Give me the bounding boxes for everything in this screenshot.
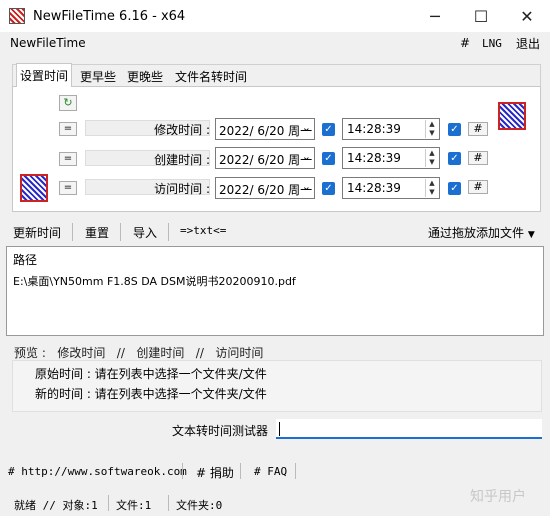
file-time-icon-right[interactable] <box>498 102 526 130</box>
tab-set-time[interactable]: 设置时间 <box>16 63 73 87</box>
accessed-date-checkbox[interactable]: ✓ <box>322 182 335 195</box>
accessed-label: 访问时间 : <box>154 182 210 196</box>
maximize-button[interactable]: ☐ <box>458 0 504 32</box>
title-bar: NewFileTime 6.16 - x64 ─ ☐ ✕ <box>0 0 550 32</box>
chevron-down-icon: ⌄ <box>301 121 311 134</box>
accessed-time-checkbox[interactable]: ✓ <box>448 182 461 195</box>
faq-link[interactable]: # FAQ <box>254 465 287 478</box>
preview-label: 预览 : <box>14 346 46 360</box>
preview-tabs: 预览 : 修改时间 // 创建时间 // 访问时间 <box>14 344 263 361</box>
eq-button-modified[interactable]: = <box>59 122 77 136</box>
original-time-text: 原始时间 : 请在列表中选择一个文件夹/文件 <box>35 367 267 381</box>
toolbar-divider <box>168 223 169 241</box>
modified-time-value: 14:28:39 <box>347 122 401 136</box>
maximize-icon: ☐ <box>473 6 489 26</box>
refresh-icon[interactable]: ↻ <box>59 95 77 111</box>
app-icon[interactable] <box>9 8 25 24</box>
donate-link[interactable]: # 捐助 <box>196 464 234 481</box>
menu-bar: NewFileTime # LNG 退出 <box>0 32 550 54</box>
status-ready: 就绪 // 对象:1 <box>14 499 98 512</box>
file-list[interactable]: 路径 E:\桌面\YN50mm F1.8S DA DSM说明书20200910.… <box>6 246 544 336</box>
text-caret <box>279 422 280 436</box>
created-label: 创建时间 : <box>154 153 210 167</box>
modified-time-checkbox[interactable]: ✓ <box>448 123 461 136</box>
toolbar-divider <box>72 223 73 241</box>
modified-date-picker[interactable]: 2022/ 6/20 周一 ⌄ <box>215 118 315 140</box>
created-time-value: 14:28:39 <box>347 151 401 165</box>
modified-date-value: 2022/ 6/20 周一 <box>219 124 313 138</box>
tab-earlier[interactable]: 更早些 <box>77 66 120 86</box>
status-folders: 文件夹:0 <box>176 499 223 512</box>
tab-filename-to-time[interactable]: 文件名转时间 <box>172 66 251 86</box>
tester-input[interactable] <box>276 419 542 439</box>
txt-button[interactable]: =>txt<= <box>180 224 226 237</box>
created-hash-button[interactable]: # <box>468 151 488 165</box>
file-time-icon-left[interactable] <box>20 174 48 202</box>
accessed-hash-button[interactable]: # <box>468 180 488 194</box>
link-divider <box>182 463 183 479</box>
reset-button[interactable]: 重置 <box>85 224 109 241</box>
menu-hash[interactable]: # <box>460 36 470 50</box>
preview-tab-accessed[interactable]: 访问时间 <box>215 346 263 360</box>
chevron-down-icon: ⌄ <box>301 150 311 163</box>
new-time-text: 新的时间 : 请在列表中选择一个文件夹/文件 <box>35 387 267 401</box>
tester-label: 文本转时间测试器 <box>172 424 269 438</box>
modified-date-checkbox[interactable]: ✓ <box>322 123 335 136</box>
column-header-path[interactable]: 路径 <box>13 251 37 268</box>
menu-app-name: NewFileTime <box>10 36 86 50</box>
status-files: 文件:1 <box>116 499 152 512</box>
chevron-down-icon: ⌄ <box>301 180 311 193</box>
eq-button-accessed[interactable]: = <box>59 181 77 195</box>
menu-lng[interactable]: LNG <box>482 37 502 50</box>
tab-later[interactable]: 更晚些 <box>124 66 167 86</box>
preview-section: 预览 : 修改时间 // 创建时间 // 访问时间 原始时间 : 请在列表中选择… <box>6 340 544 412</box>
preview-tab-created[interactable]: 创建时间 <box>136 346 184 360</box>
window-title: NewFileTime 6.16 - x64 <box>33 8 186 24</box>
eq-button-created[interactable]: = <box>59 152 77 166</box>
accessed-time-field[interactable]: 14:28:39 ▲ ▼ <box>342 177 440 199</box>
minimize-icon: ─ <box>430 6 440 26</box>
link-divider <box>295 463 296 479</box>
link-bar: # http://www.softwareok.com # 捐助 # FAQ <box>0 460 550 482</box>
accessed-time-value: 14:28:39 <box>347 181 401 195</box>
created-date-value: 2022/ 6/20 周一 <box>219 153 313 167</box>
website-link[interactable]: # http://www.softwareok.com <box>8 465 187 478</box>
import-button[interactable]: 导入 <box>133 224 157 241</box>
status-divider <box>108 495 109 511</box>
preview-separator: // <box>116 346 125 360</box>
list-item[interactable]: E:\桌面\YN50mm F1.8S DA DSM说明书20200910.pdf <box>13 273 296 289</box>
created-time-field[interactable]: 14:28:39 ▲ ▼ <box>342 147 440 169</box>
minimize-button[interactable]: ─ <box>412 0 458 32</box>
toolbar-divider <box>120 223 121 241</box>
time-spinner-icon[interactable]: ▲ ▼ <box>425 149 438 167</box>
drag-add-label: 通过拖放添加文件 <box>428 226 525 240</box>
accessed-date-picker[interactable]: 2022/ 6/20 周一 ⌄ <box>215 177 315 199</box>
menu-exit[interactable]: 退出 <box>516 35 540 52</box>
link-divider <box>240 463 241 479</box>
action-toolbar: 更新时间 重置 导入 =>txt<= 通过拖放添加文件 ▼ <box>0 220 550 244</box>
time-spinner-icon[interactable]: ▲ ▼ <box>425 179 438 197</box>
drag-add-menu[interactable]: 通过拖放添加文件 ▼ <box>428 224 535 241</box>
time-spinner-icon[interactable]: ▲ ▼ <box>425 120 438 138</box>
watermark: 知乎用户 <box>470 489 526 505</box>
created-date-picker[interactable]: 2022/ 6/20 周一 ⌄ <box>215 147 315 169</box>
modified-label: 修改时间 : <box>154 123 210 137</box>
modified-time-field[interactable]: 14:28:39 ▲ ▼ <box>342 118 440 140</box>
modified-hash-button[interactable]: # <box>468 122 488 136</box>
close-icon: ✕ <box>520 6 534 26</box>
preview-tab-modified[interactable]: 修改时间 <box>57 346 105 360</box>
preview-separator: // <box>195 346 204 360</box>
status-bar: 就绪 // 对象:1 文件:1 文件夹:0 <box>0 490 550 516</box>
accessed-date-value: 2022/ 6/20 周一 <box>219 183 313 197</box>
created-time-checkbox[interactable]: ✓ <box>448 152 461 165</box>
preview-box: 原始时间 : 请在列表中选择一个文件夹/文件 新的时间 : 请在列表中选择一个文… <box>12 360 542 412</box>
close-button[interactable]: ✕ <box>504 0 550 32</box>
update-time-button[interactable]: 更新时间 <box>13 224 61 241</box>
caret-down-icon: ▼ <box>527 230 535 240</box>
created-date-checkbox[interactable]: ✓ <box>322 152 335 165</box>
status-divider <box>168 495 169 511</box>
